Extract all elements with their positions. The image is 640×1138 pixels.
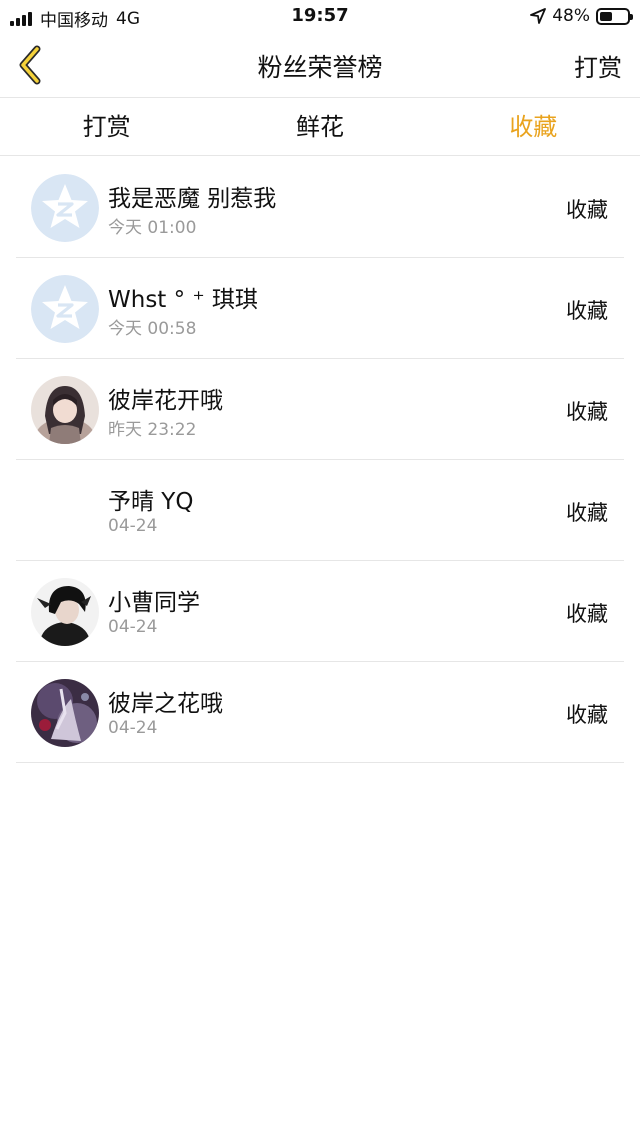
battery-percent: 48% [552,6,590,26]
user-photo-avatar[interactable] [31,578,99,646]
list-item[interactable]: 小曹同学 04-24 收藏 [16,561,624,662]
location-arrow-icon [530,8,547,24]
fan-list: 我是恶魔 别惹我 今天 01:00 收藏 Whst ° ⁺ 琪琪 今天 00:5… [16,157,624,763]
list-item[interactable]: 我是恶魔 别惹我 今天 01:00 收藏 [16,157,624,258]
list-item[interactable]: 彼岸之花哦 04-24 收藏 [16,662,624,763]
action-label: 收藏 [566,198,608,222]
action-label: 收藏 [566,299,608,323]
list-item[interactable]: 彼岸花开哦 昨天 23:22 收藏 [16,359,624,460]
user-name: 我是恶魔 别惹我 [108,186,277,212]
timestamp: 昨天 23:22 [108,420,197,440]
timestamp: 04-24 [108,617,158,637]
page-title: 粉丝荣誉榜 [257,53,383,82]
user-name: 彼岸之花哦 [108,691,223,717]
tab-bar: 打赏 鲜花 收藏 [0,98,640,156]
tab-reward[interactable]: 打赏 [0,98,213,155]
action-label: 收藏 [566,703,608,727]
timestamp: 今天 00:58 [108,319,197,339]
timestamp: 04-24 [108,718,158,738]
user-photo-avatar[interactable] [31,376,99,444]
action-label: 收藏 [566,602,608,626]
user-name: 小曹同学 [108,590,200,616]
tab-favorites[interactable]: 收藏 [427,98,640,155]
user-photo-avatar[interactable] [31,679,99,747]
action-label: 收藏 [566,400,608,424]
battery-icon [596,7,633,25]
battery-fill [600,11,613,21]
nav-bar: 粉丝荣誉榜 打赏 [0,34,640,98]
timestamp: 04-24 [108,516,158,536]
status-bar: 中国移动 4G 19:57 48% [0,0,640,34]
reward-button[interactable]: 打赏 [574,48,622,83]
default-avatar-icon[interactable] [31,174,99,242]
list-item[interactable]: 予晴 YQ 04-24 收藏 [16,460,624,561]
tab-flowers[interactable]: 鲜花 [213,98,426,155]
empty-avatar[interactable] [31,477,99,545]
user-name: 彼岸花开哦 [108,388,223,414]
list-item[interactable]: Whst ° ⁺ 琪琪 今天 00:58 收藏 [16,258,624,359]
default-avatar-icon[interactable] [31,275,99,343]
timestamp: 今天 01:00 [108,218,197,238]
user-name: Whst ° ⁺ 琪琪 [108,287,258,313]
action-label: 收藏 [566,501,608,525]
user-name: 予晴 YQ [108,489,194,515]
status-right: 48% [530,6,633,26]
